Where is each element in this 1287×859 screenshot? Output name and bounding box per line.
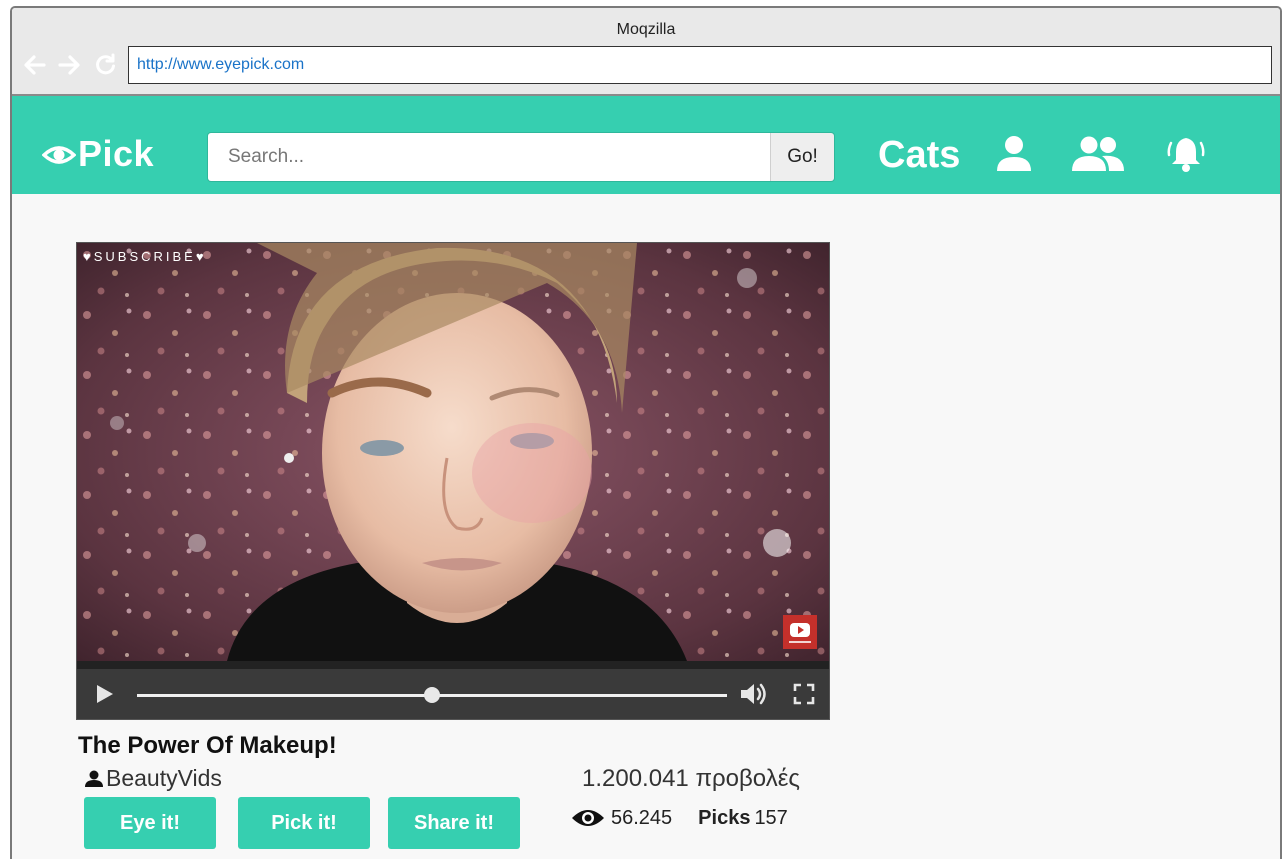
logo-text: Pick [78,133,155,174]
play-icon[interactable] [93,683,115,710]
volume-icon[interactable] [739,681,769,712]
pick-it-button[interactable]: Pick it! [238,797,370,849]
search-go-button[interactable]: Go! [770,133,834,181]
window-title: Moqzilla [616,21,676,38]
reload-icon[interactable] [92,52,118,78]
seek-handle[interactable] [424,687,440,703]
search-bar: Go! [208,133,834,181]
cats-link[interactable]: Cats [878,132,960,178]
picks-count: 157 [754,806,788,829]
video-title[interactable]: The Power Of Makeup! [78,732,337,760]
arrow-right-icon[interactable] [56,52,82,78]
arrow-left-icon[interactable] [22,52,48,78]
search-input[interactable] [208,133,770,181]
subscribe-overlay-text: ♥SUBSCRIBE♥ [83,249,207,264]
share-it-button[interactable]: Share it! [388,797,520,849]
youtube-subscribe-icon[interactable] [783,615,817,649]
video-frame[interactable]: ♥SUBSCRIBE♥ [77,243,829,661]
channel-link[interactable]: BeautyVids [84,765,222,792]
picks-label: Picks [698,806,751,829]
url-bar[interactable]: http://www.eyepick.com [128,46,1272,84]
eye-it-button[interactable]: Eye it! [84,797,216,849]
eye-logo-icon [42,146,76,164]
users-icon[interactable] [1069,134,1127,174]
channel-name: BeautyVids [106,765,222,791]
site-header: Pick Go! Cats [12,96,1280,194]
eyes-count: 56.245 [611,806,673,829]
user-icon [85,770,103,787]
video-stats: 56.245 Picks 157 [571,806,788,830]
bell-icon[interactable] [1165,134,1207,174]
video-thumbnail-image [77,243,829,661]
site-logo[interactable]: Pick [42,133,155,174]
view-count: 1.200.041 προβολές [582,765,800,792]
browser-window: Moqzilla http://www.eyepick.com Pick Go!… [10,6,1282,859]
user-icon[interactable] [994,134,1034,174]
main-content: ♥SUBSCRIBE♥ The Power Of Makeup! BeautyV… [12,194,1280,859]
browser-titlebar: Moqzilla http://www.eyepick.com [12,8,1280,96]
video-controls [77,669,829,719]
eye-icon [572,810,604,826]
fullscreen-icon[interactable] [793,683,815,710]
video-player: ♥SUBSCRIBE♥ [76,242,830,720]
